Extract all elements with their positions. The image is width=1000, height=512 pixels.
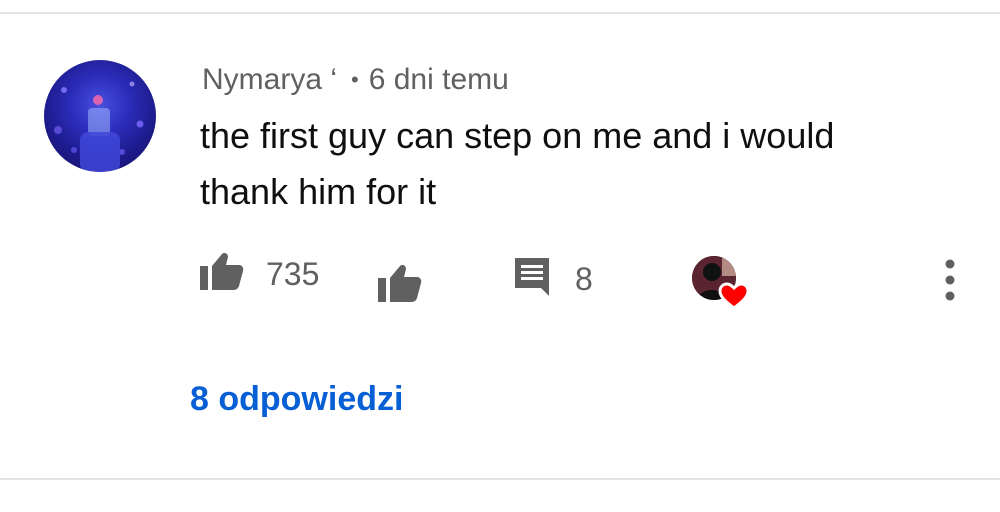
thumbs-down-icon [378, 264, 422, 309]
comment-icon [513, 256, 551, 303]
user-avatar[interactable] [44, 60, 156, 172]
thumbs-up-icon [200, 252, 244, 297]
comment-text-line: thank him for it [200, 171, 437, 212]
more-options-button[interactable] [938, 258, 962, 302]
more-vertical-icon [938, 259, 962, 306]
comment-text: the first guy can step on me and i would… [200, 108, 960, 220]
like-count: 735 [266, 256, 320, 292]
dislike-button[interactable] [378, 264, 422, 309]
comment-text-line: the first guy can step on me and i would [200, 115, 835, 156]
reply-count: 8 [575, 261, 593, 297]
bottom-divider [0, 478, 1000, 480]
view-replies-link[interactable]: 8 odpowiedzi [190, 380, 403, 419]
comment-header: Nymarya ‘ • 6 dni temu [202, 60, 509, 100]
author-name[interactable]: Nymarya ‘ [202, 63, 337, 97]
reply-button[interactable]: 8 [513, 256, 593, 303]
like-button[interactable]: 735 [200, 252, 319, 297]
creator-heart-icon [690, 254, 752, 310]
top-divider [0, 12, 1000, 14]
header-separator: • [351, 67, 359, 92]
comment-timestamp[interactable]: 6 dni temu [369, 63, 509, 97]
